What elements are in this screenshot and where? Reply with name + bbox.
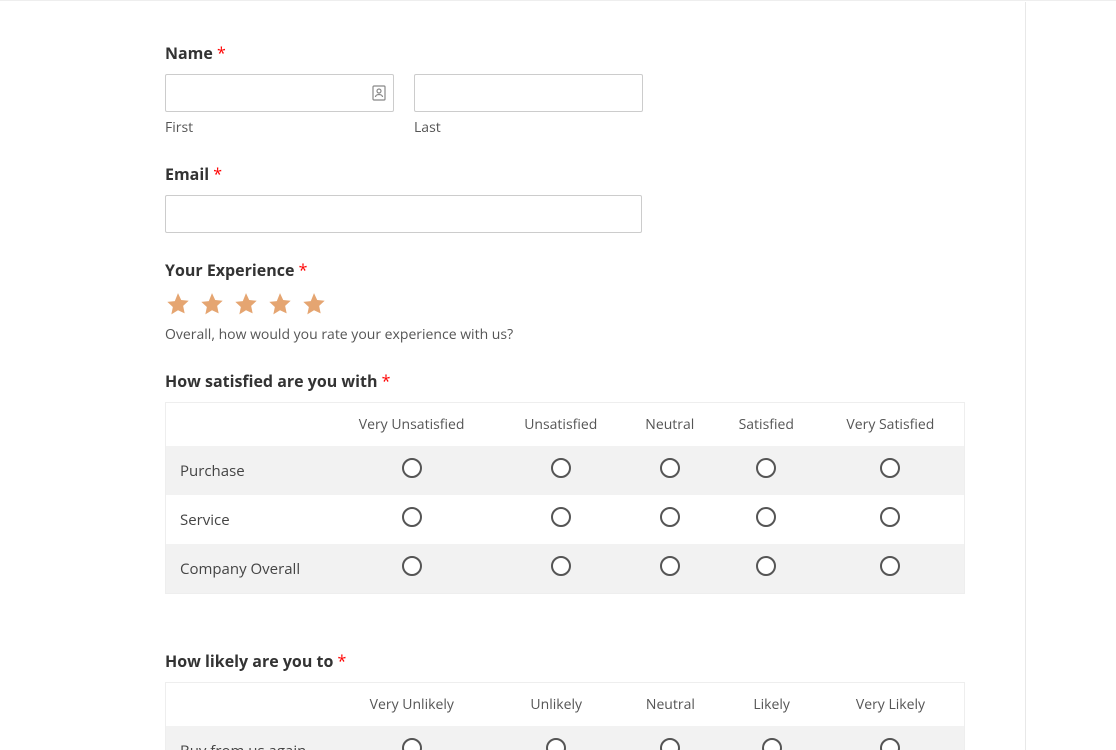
- email-field-group: Email *: [165, 163, 965, 233]
- satisfaction-label-text: How satisfied are you with: [165, 370, 377, 392]
- required-mark: *: [217, 42, 226, 64]
- experience-label: Your Experience *: [165, 259, 965, 281]
- likelihood-field-group: How likely are you to * Very Unlikely Un…: [165, 650, 965, 750]
- first-name-input[interactable]: [165, 74, 394, 112]
- last-name-col: Last: [414, 74, 643, 137]
- contact-card-icon: [372, 85, 386, 101]
- required-mark: *: [338, 650, 347, 672]
- satisfaction-label: How satisfied are you with *: [165, 370, 965, 392]
- radio-company-satisfied[interactable]: [756, 556, 776, 576]
- radio-buyagain-neutral[interactable]: [660, 738, 680, 750]
- first-name-input-wrap: [165, 74, 394, 112]
- radio-buyagain-unlikely[interactable]: [546, 738, 566, 750]
- satisfaction-header-blank: [166, 403, 326, 447]
- likelihood-row-0-label: Buy from us again: [166, 726, 326, 750]
- table-row: Buy from us again: [166, 726, 965, 750]
- required-mark: *: [299, 259, 308, 281]
- radio-purchase-satisfied[interactable]: [756, 458, 776, 478]
- name-field-group: Name * First: [165, 42, 965, 137]
- satisfaction-matrix: Very Unsatisfied Unsatisfied Neutral Sat…: [165, 402, 965, 594]
- likelihood-col-1: Unlikely: [498, 683, 614, 727]
- experience-label-text: Your Experience: [165, 259, 294, 281]
- satisfaction-col-0: Very Unsatisfied: [326, 403, 498, 447]
- radio-company-very-satisfied[interactable]: [880, 556, 900, 576]
- radio-company-very-unsatisfied[interactable]: [402, 556, 422, 576]
- email-input[interactable]: [165, 195, 642, 233]
- radio-buyagain-likely[interactable]: [762, 738, 782, 750]
- likelihood-col-2: Neutral: [614, 683, 726, 727]
- likelihood-header-blank: [166, 683, 326, 727]
- experience-hint: Overall, how would you rate your experie…: [165, 325, 965, 344]
- radio-service-neutral[interactable]: [660, 507, 680, 527]
- satisfaction-row-1-label: Service: [166, 495, 326, 544]
- radio-purchase-very-unsatisfied[interactable]: [402, 458, 422, 478]
- name-label-text: Name: [165, 42, 213, 64]
- likelihood-col-3: Likely: [726, 683, 817, 727]
- star-5-icon[interactable]: [301, 291, 327, 317]
- first-name-sublabel: First: [165, 118, 394, 137]
- radio-purchase-very-satisfied[interactable]: [880, 458, 900, 478]
- satisfaction-col-2: Neutral: [624, 403, 716, 447]
- radio-purchase-neutral[interactable]: [660, 458, 680, 478]
- section-gap: [165, 620, 965, 650]
- star-1-icon[interactable]: [165, 291, 191, 317]
- page: Name * First: [0, 0, 1116, 750]
- likelihood-col-4: Very Likely: [817, 683, 965, 727]
- required-mark: *: [382, 370, 391, 392]
- table-row: Company Overall: [166, 544, 965, 594]
- radio-service-very-satisfied[interactable]: [880, 507, 900, 527]
- required-mark: *: [213, 163, 222, 185]
- star-4-icon[interactable]: [267, 291, 293, 317]
- likelihood-header-row: Very Unlikely Unlikely Neutral Likely Ve…: [166, 683, 965, 727]
- satisfaction-row-0-label: Purchase: [166, 446, 326, 495]
- likelihood-label-text: How likely are you to: [165, 650, 333, 672]
- star-2-icon[interactable]: [199, 291, 225, 317]
- satisfaction-col-3: Satisfied: [716, 403, 817, 447]
- radio-service-satisfied[interactable]: [756, 507, 776, 527]
- satisfaction-field-group: How satisfied are you with * Very Unsati…: [165, 370, 965, 594]
- name-label: Name *: [165, 42, 965, 64]
- likelihood-col-0: Very Unlikely: [326, 683, 499, 727]
- email-label: Email *: [165, 163, 965, 185]
- radio-buyagain-very-unlikely[interactable]: [402, 738, 422, 750]
- name-row: First Last: [165, 74, 965, 137]
- radio-buyagain-very-likely[interactable]: [880, 738, 900, 750]
- star-3-icon[interactable]: [233, 291, 259, 317]
- experience-field-group: Your Experience * Overall, how would you…: [165, 259, 965, 344]
- survey-form: Name * First: [165, 42, 965, 750]
- table-row: Service: [166, 495, 965, 544]
- last-name-sublabel: Last: [414, 118, 643, 137]
- satisfaction-row-2-label: Company Overall: [166, 544, 326, 594]
- satisfaction-col-4: Very Satisfied: [817, 403, 965, 447]
- star-rating: [165, 291, 965, 317]
- first-name-col: First: [165, 74, 394, 137]
- radio-service-unsatisfied[interactable]: [551, 507, 571, 527]
- last-name-input[interactable]: [414, 74, 643, 112]
- email-label-text: Email: [165, 163, 209, 185]
- radio-company-neutral[interactable]: [660, 556, 680, 576]
- likelihood-label: How likely are you to *: [165, 650, 965, 672]
- satisfaction-col-1: Unsatisfied: [498, 403, 624, 447]
- radio-service-very-unsatisfied[interactable]: [402, 507, 422, 527]
- satisfaction-header-row: Very Unsatisfied Unsatisfied Neutral Sat…: [166, 403, 965, 447]
- likelihood-matrix: Very Unlikely Unlikely Neutral Likely Ve…: [165, 682, 965, 750]
- content-area: Name * First: [5, 2, 1026, 750]
- table-row: Purchase: [166, 446, 965, 495]
- radio-purchase-unsatisfied[interactable]: [551, 458, 571, 478]
- radio-company-unsatisfied[interactable]: [551, 556, 571, 576]
